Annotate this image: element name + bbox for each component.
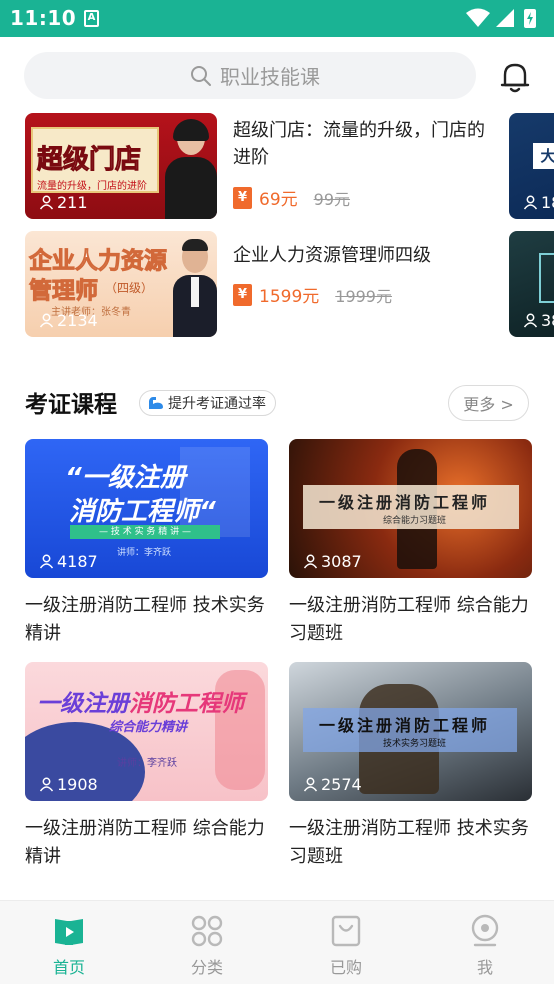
yen-icon: ¥	[233, 283, 252, 306]
thumb-subtitle: — 技 术 实 务 精 讲 —	[70, 525, 220, 539]
person-icon	[303, 777, 318, 792]
person-icon	[523, 195, 538, 210]
thumb-teacher: 讲师：李齐跃	[117, 758, 177, 769]
price-row: ¥ 69元 99元	[233, 185, 350, 210]
thumb-title: 一级注册消防工程师	[37, 691, 244, 717]
cell-signal-icon	[496, 9, 514, 27]
course-title[interactable]: 超级门店：流量的升级，门店的进阶	[233, 117, 493, 171]
price: 1599元	[259, 287, 320, 307]
thumb-subtitle: 流量的升级，门店的进阶	[37, 181, 147, 192]
tab-category[interactable]: 分类	[167, 913, 247, 978]
tab-profile[interactable]: 我	[445, 913, 525, 978]
course-thumbnail[interactable]: 超级门店 流量的升级，门店的进阶 211	[25, 113, 217, 219]
course-thumbnail-partial[interactable]: 大 18	[509, 113, 554, 219]
status-bar: 11:10 A	[0, 0, 554, 37]
course-thumbnail[interactable]: 企业人力资源 管理师 （四级） 主讲老师：张冬青 2134	[25, 231, 217, 337]
section-tag: 提升考证通过率	[139, 390, 276, 416]
learner-count: 38	[523, 311, 554, 330]
course-thumbnail[interactable]: 一级注册消防工程师 技术实务习题班 2574	[289, 662, 532, 801]
person-icon	[303, 554, 318, 569]
course-title[interactable]: 企业人力资源管理师四级	[233, 242, 493, 269]
person-icon	[523, 313, 538, 328]
thumb-subtitle: 综合能力精讲	[109, 720, 188, 735]
thumb-title: 大	[533, 143, 554, 169]
learner-count: 18	[523, 193, 554, 212]
strength-arm-icon	[149, 397, 163, 409]
course-title[interactable]: 一级注册消防工程师 技术实务习题班	[289, 815, 534, 871]
original-price: 1999元	[335, 286, 392, 306]
price: 69元	[259, 190, 298, 210]
thumb-teacher: 讲师：李齐跃	[117, 548, 172, 558]
notification-app-icon: A	[84, 10, 99, 27]
category-grid-icon	[191, 915, 223, 947]
thumb-shape	[539, 253, 554, 303]
course-thumbnail[interactable]: 一级注册消防工程师 综合能力精讲 讲师：李齐跃 1908	[25, 662, 268, 801]
price-row: ¥ 1599元 1999元	[233, 282, 392, 307]
profile-icon	[471, 914, 499, 947]
thumb-title: “一级注册	[65, 463, 186, 493]
learner-count: 211	[39, 193, 88, 212]
tab-purchased[interactable]: 已购	[306, 913, 386, 978]
learner-count: 2574	[303, 775, 362, 794]
wifi-icon	[466, 8, 490, 27]
learner-count: 1908	[39, 775, 98, 794]
status-time: 11:10	[10, 6, 77, 30]
search-bar[interactable]: 职业技能课	[24, 52, 476, 99]
thumb-subtitle: 技术实务习题班	[383, 739, 447, 749]
status-indicators	[466, 8, 536, 28]
course-title[interactable]: 一级注册消防工程师 综合能力习题班	[289, 592, 534, 648]
original-price: 99元	[313, 189, 351, 209]
purchased-bag-icon	[331, 915, 361, 947]
tab-label: 已购	[329, 958, 362, 977]
thumb-title: 超级门店	[36, 145, 142, 176]
home-book-icon	[55, 919, 83, 945]
teacher-avatar	[165, 119, 217, 219]
thumb-title: 一级注册消防工程师	[319, 493, 491, 512]
person-icon	[39, 777, 54, 792]
person-icon	[39, 554, 54, 569]
thumb-subtitle: 综合能力习题班	[383, 516, 447, 526]
teacher-avatar	[173, 237, 217, 337]
course-title[interactable]: 一级注册消防工程师 技术实务精讲	[25, 592, 270, 648]
tab-label: 我	[476, 958, 493, 977]
learner-count: 2134	[39, 311, 98, 330]
tab-home[interactable]: 首页	[29, 913, 109, 978]
yen-icon: ¥	[233, 186, 252, 209]
course-thumbnail[interactable]: 一级注册消防工程师 综合能力习题班 3087	[289, 439, 532, 578]
person-icon	[39, 195, 54, 210]
more-button[interactable]: 更多 >	[448, 385, 529, 421]
tab-label: 首页	[52, 958, 85, 977]
learner-count: 4187	[39, 552, 98, 571]
course-thumbnail[interactable]: “一级注册 消防工程师“ — 技 术 实 务 精 讲 — 讲师：李齐跃 4187	[25, 439, 268, 578]
section-title: 考证课程	[25, 392, 117, 418]
tab-label: 分类	[190, 958, 223, 977]
course-title[interactable]: 一级注册消防工程师 综合能力精讲	[25, 815, 270, 871]
thumb-title-2: 消防工程师“	[69, 497, 216, 527]
bottom-tab-bar: 首页 分类 已购 我	[0, 900, 554, 984]
thumb-level: （四级）	[105, 281, 154, 295]
search-placeholder: 职业技能课	[220, 65, 320, 89]
learner-count: 3087	[303, 552, 362, 571]
thumb-title-2: 管理师	[29, 278, 99, 305]
person-icon	[39, 313, 54, 328]
search-icon	[191, 65, 211, 86]
thumb-title: 企业人力资源	[29, 248, 168, 275]
thumb-title: 一级注册消防工程师	[319, 716, 491, 735]
bell-icon[interactable]	[497, 59, 533, 95]
course-thumbnail-partial[interactable]: 38	[509, 231, 554, 337]
